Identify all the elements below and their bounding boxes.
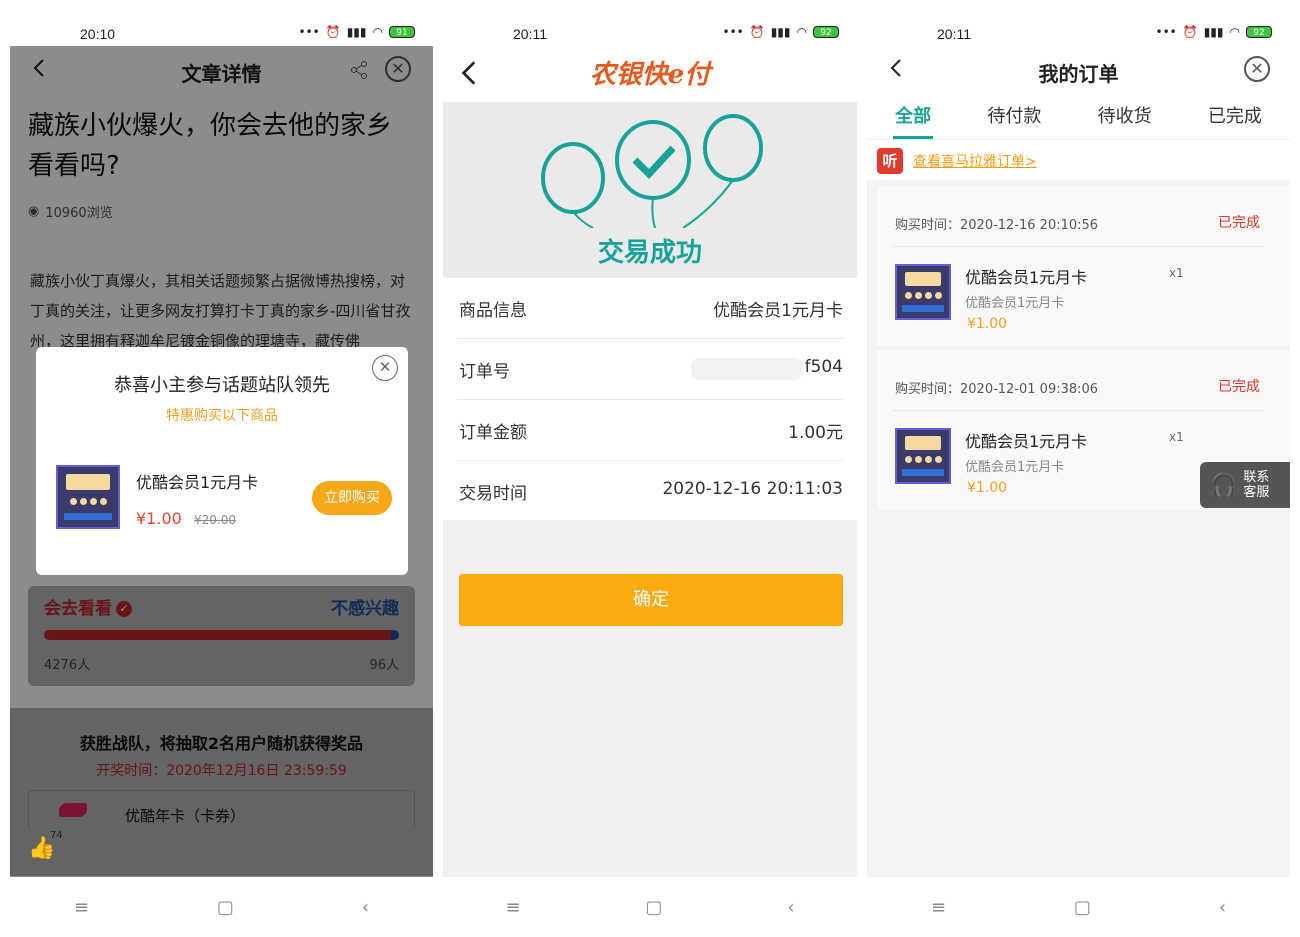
product-old-price: ¥20.00 — [194, 513, 236, 527]
home-icon[interactable]: ▢ — [1074, 897, 1091, 918]
order-status: 已完成 — [1218, 215, 1260, 231]
brand-logo: 农银快e付 — [589, 60, 711, 90]
modal-title: 恭喜小主参与话题站队领先 — [114, 375, 330, 396]
order-product-name: 优酷会员1元月卡 — [965, 432, 1088, 451]
wifi-icon: ◠ — [796, 25, 807, 39]
menu-icon[interactable]: ≡ — [505, 897, 520, 918]
status-icons: ••• ⏰ ▮▮▮ ◠ 92 — [723, 25, 839, 39]
himalaya-icon: 听 — [877, 148, 903, 174]
more-icon: ••• — [722, 25, 744, 39]
detail-value: 2020-12-16 20:11:03 — [662, 479, 843, 499]
phone-my-orders: 20:11 ••• ⏰ ▮▮▮ ◠ 92 我的订单 ✕ 全部 待付款 待收货 已… — [867, 0, 1290, 937]
order-details: 商品信息优酷会员1元月卡 订单号5fd9f9500c f504 订单金额1.00… — [443, 278, 857, 522]
detail-label: 商品信息 — [459, 301, 527, 321]
back-icon[interactable]: ‹ — [1219, 897, 1226, 918]
success-title: 交易成功 — [597, 238, 702, 268]
buy-now-button[interactable]: 立即购买 — [312, 481, 392, 515]
status-icons: ••• ⏰ ▮▮▮ ◠ 91 — [299, 25, 415, 39]
battery-icon: 92 — [813, 26, 839, 38]
menu-icon[interactable]: ≡ — [74, 897, 89, 918]
system-nav-bar: ≡ ▢ ‹ — [10, 877, 433, 937]
product-price: ¥1.00 — [136, 509, 182, 528]
confirm-button[interactable]: 确定 — [459, 574, 843, 626]
product-name: 优酷会员1元月卡 — [136, 473, 259, 492]
order-tabs: 全部 待付款 待收货 已完成 — [867, 96, 1290, 140]
divider — [893, 410, 1264, 411]
like-count: 74 — [50, 830, 63, 841]
modal-subtitle: 特惠购买以下商品 — [166, 408, 278, 424]
battery-icon: 92 — [1246, 26, 1272, 38]
order-quantity: x1 — [1169, 430, 1184, 444]
order-time: 购买时间：2020-12-16 20:10:56 — [895, 218, 1099, 233]
order-status: 已完成 — [1218, 379, 1260, 395]
tab-pending-delivery[interactable]: 待收货 — [1098, 96, 1152, 139]
system-nav-bar: ≡ ▢ ‹ — [443, 877, 857, 937]
phone-article-detail: 20:10 ••• ⏰ ▮▮▮ ◠ 91 文章详情 ✕ 藏族小伙爆火，你会去他的… — [10, 0, 433, 937]
detail-label: 订单金额 — [459, 423, 527, 443]
customer-service-button[interactable]: 🎧 联系 客服 — [1200, 462, 1290, 508]
detail-row: 交易时间 2020-12-16 20:11:03 — [457, 461, 843, 522]
detail-row: 商品信息 优酷会员1元月卡 — [457, 278, 843, 339]
order-product-sub: 优酷会员1元月卡 — [965, 296, 1065, 311]
order-list: 购买时间：2020-12-16 20:10:56 已完成 优酷会员1元月卡 优酷… — [867, 180, 1290, 877]
menu-icon[interactable]: ≡ — [931, 897, 946, 918]
himalaya-orders: 听 查看喜马拉雅订单> — [877, 148, 1037, 174]
status-bar: 20:10 ••• ⏰ ▮▮▮ ◠ 91 — [10, 18, 433, 46]
order-card[interactable]: 购买时间：2020-12-16 20:10:56 已完成 优酷会员1元月卡 优酷… — [877, 186, 1290, 346]
home-icon[interactable]: ▢ — [645, 897, 662, 918]
tab-pending-payment[interactable]: 待付款 — [987, 96, 1041, 139]
battery-icon: 91 — [389, 26, 415, 38]
success-hero: 交易成功 — [443, 102, 857, 278]
signal-icon: ▮▮▮ — [346, 25, 367, 39]
order-price: ¥1.00 — [967, 316, 1008, 332]
detail-label: 交易时间 — [459, 484, 527, 504]
signal-icon: ▮▮▮ — [1203, 25, 1224, 39]
more-icon: ••• — [298, 25, 320, 39]
promo-modal: ✕ 恭喜小主参与话题站队领先 特惠购买以下商品 优酷会员1元月卡 ¥1.00 ¥… — [36, 347, 408, 575]
order-quantity: x1 — [1169, 266, 1184, 280]
nav-bar: 我的订单 ✕ — [867, 46, 1290, 94]
close-icon[interactable]: ✕ — [1244, 56, 1270, 82]
headset-icon: 🎧 — [1210, 472, 1238, 498]
wifi-icon: ◠ — [372, 25, 383, 39]
wifi-icon: ◠ — [1229, 25, 1240, 39]
signal-icon: ▮▮▮ — [770, 25, 791, 39]
back-icon[interactable]: ‹ — [787, 897, 794, 918]
order-price: ¥1.00 — [967, 480, 1008, 496]
order-product-sub: 优酷会员1元月卡 — [965, 460, 1065, 475]
system-nav-bar: ≡ ▢ ‹ — [867, 877, 1290, 937]
page-title: 我的订单 — [1038, 62, 1119, 86]
status-bar: 20:11 ••• ⏰ ▮▮▮ ◠ 92 — [443, 18, 857, 46]
more-icon: ••• — [1155, 25, 1177, 39]
product-thumbnail — [895, 428, 951, 484]
balloons-icon — [541, 114, 763, 228]
tab-completed[interactable]: 已完成 — [1208, 96, 1262, 139]
detail-value: 1.00元 — [788, 423, 843, 443]
order-time: 购买时间：2020-12-01 09:38:06 — [895, 382, 1099, 397]
detail-label: 订单号 — [459, 362, 510, 382]
product-thumbnail — [56, 465, 120, 529]
order-product-name: 优酷会员1元月卡 — [965, 268, 1088, 287]
product-thumbnail — [895, 264, 951, 320]
status-time: 20:11 — [937, 26, 971, 42]
alarm-icon: ⏰ — [749, 25, 765, 39]
alarm-icon: ⏰ — [325, 25, 341, 39]
back-icon[interactable]: ‹ — [362, 897, 369, 918]
home-icon[interactable]: ▢ — [217, 897, 234, 918]
detail-value: 优酷会员1元月卡 — [713, 301, 843, 321]
status-bar: 20:11 ••• ⏰ ▮▮▮ ◠ 92 — [867, 18, 1290, 46]
detail-row: 订单金额 1.00元 — [457, 400, 843, 461]
status-icons: ••• ⏰ ▮▮▮ ◠ 92 — [1156, 25, 1272, 39]
phone-payment-success: 20:11 ••• ⏰ ▮▮▮ ◠ 92 农银快e付 交易成功 商品信息 优酷会员… — [443, 0, 857, 937]
alarm-icon: ⏰ — [1182, 25, 1198, 39]
himalaya-orders-link[interactable]: 查看喜马拉雅订单> — [913, 151, 1037, 171]
redaction-mask — [691, 358, 803, 380]
customer-service-label: 联系 客服 — [1243, 470, 1270, 500]
status-time: 20:10 — [80, 26, 116, 42]
tab-all[interactable]: 全部 — [893, 96, 934, 139]
divider — [893, 246, 1264, 247]
status-time: 20:11 — [513, 26, 547, 42]
